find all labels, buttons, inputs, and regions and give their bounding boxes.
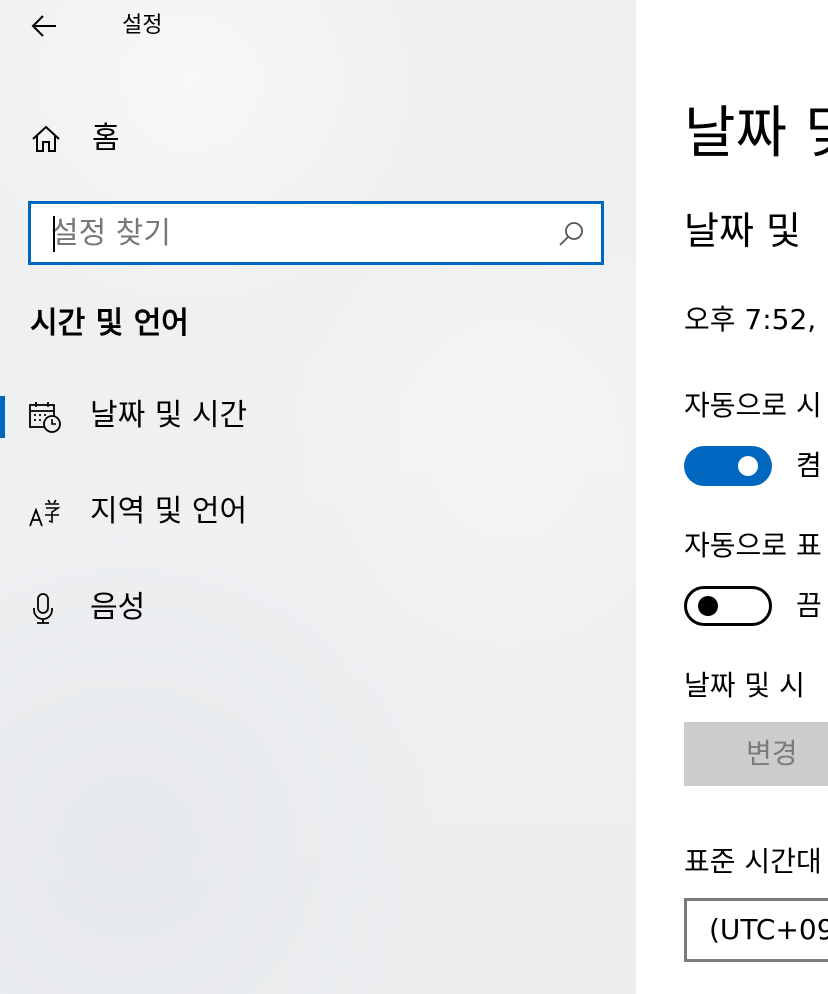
content-pane: 날짜 및 날짜 및 오후 7:52, 자동으로 시 켬 자동으로 표 끔 날짜 … [636,0,828,994]
nav-item-region-language[interactable]: 지역 및 언어 [0,478,636,548]
calendar-clock-icon [29,402,61,433]
home-label: 홈 [92,121,120,156]
nav-item-label: 지역 및 언어 [90,494,248,529]
auto-timezone-label: 자동으로 표 [684,529,822,562]
search-input[interactable] [51,210,551,256]
search-icon[interactable] [557,220,585,248]
timezone-dropdown[interactable]: (UTC+09:00) 서울 [684,898,828,962]
text-caret [53,216,55,252]
toggle-knob [738,456,758,476]
current-date-time: 오후 7:52, [684,303,817,336]
nav-item-label: 음성 [90,590,146,625]
timezone-label: 표준 시간대 [684,845,822,878]
page-title: 날짜 및 [684,101,828,166]
change-button[interactable]: 변경 [684,722,828,786]
nav-item-label: 날짜 및 시간 [90,398,248,433]
search-box[interactable] [28,201,604,265]
settings-window: 설정 홈 시간 및 언어 날짜 및 시간 [0,0,828,994]
auto-time-toggle[interactable] [684,446,772,486]
app-title: 설정 [122,13,163,38]
back-arrow-icon[interactable] [30,13,58,39]
manual-date-time-label: 날짜 및 시 [684,669,805,702]
toggle-knob [698,596,718,616]
language-icon [29,499,61,527]
home-icon [32,125,60,152]
nav-item-speech[interactable]: 음성 [0,574,636,644]
section-heading: 시간 및 언어 [30,306,189,341]
auto-timezone-state: 끔 [796,589,822,622]
nav-item-date-time[interactable]: 날짜 및 시간 [0,382,636,452]
home-nav-item[interactable]: 홈 [0,110,636,168]
auto-time-state: 켬 [796,449,822,482]
section-title: 날짜 및 [684,209,801,253]
auto-time-label: 자동으로 시 [684,389,822,422]
auto-timezone-toggle[interactable] [684,586,772,626]
navigation-pane: 설정 홈 시간 및 언어 날짜 및 시간 [0,0,636,994]
microphone-icon [33,593,53,624]
